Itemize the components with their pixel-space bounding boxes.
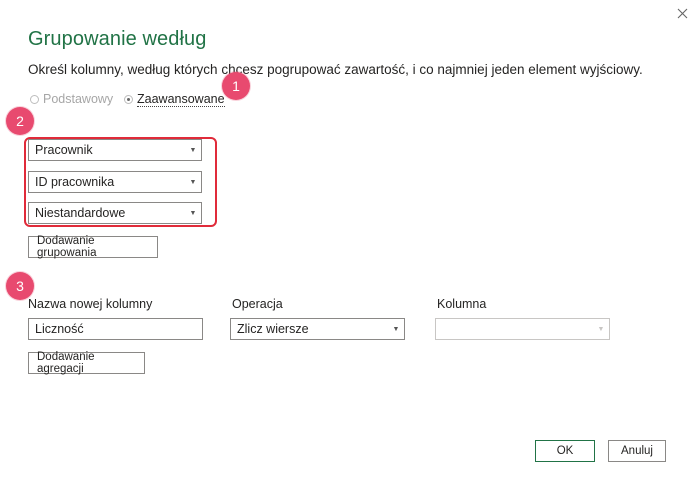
radio-basic-indicator	[30, 94, 39, 104]
group-by-select-1[interactable]: Pracownik ▼	[28, 139, 202, 161]
chevron-down-icon: ▼	[189, 146, 197, 154]
chevron-down-icon: ▼	[189, 209, 197, 217]
close-button[interactable]	[672, 4, 692, 24]
cancel-button[interactable]: Anuluj	[608, 440, 666, 462]
annotation-badge-1: 1	[222, 72, 250, 100]
group-by-select-2-value: ID pracownika	[35, 175, 115, 189]
chevron-down-icon: ▼	[189, 178, 197, 186]
annotation-badge-3: 3	[6, 272, 34, 300]
new-column-name-input[interactable]: Liczność	[28, 318, 203, 340]
close-icon	[677, 8, 688, 19]
chevron-down-icon: ▼	[392, 325, 400, 333]
chevron-down-icon: ▼	[597, 325, 605, 333]
operation-select[interactable]: Zlicz wiersze ▼	[230, 318, 405, 340]
group-by-select-3[interactable]: Niestandardowe ▼	[28, 202, 202, 224]
operation-select-value: Zlicz wiersze	[237, 322, 309, 336]
group-by-select-1-value: Pracownik	[35, 143, 93, 157]
radio-advanced[interactable]: Zaawansowane	[124, 92, 225, 107]
annotation-badge-2: 2	[6, 107, 34, 135]
group-by-select-3-value: Niestandardowe	[35, 206, 126, 220]
add-aggregation-button[interactable]: Dodawanie agregacji	[28, 351, 145, 375]
operation-label: Operacja	[232, 297, 283, 311]
column-label: Kolumna	[437, 297, 487, 311]
radio-basic-label: Podstawowy	[43, 92, 114, 106]
radio-advanced-label: Zaawansowane	[137, 92, 225, 107]
radio-advanced-indicator	[124, 95, 133, 104]
new-column-name-label: Nazwa nowej kolumny	[28, 297, 153, 311]
ok-button[interactable]: OK	[535, 440, 595, 462]
radio-basic[interactable]: Podstawowy	[30, 92, 113, 106]
dialog-title: Grupowanie według	[28, 28, 207, 50]
column-select[interactable]: ▼	[435, 318, 610, 340]
group-by-select-2[interactable]: ID pracownika ▼	[28, 171, 202, 193]
dialog-subtitle: Określ kolumny, według których chcesz po…	[28, 62, 643, 77]
add-grouping-button[interactable]: Dodawanie grupowania	[28, 235, 158, 259]
